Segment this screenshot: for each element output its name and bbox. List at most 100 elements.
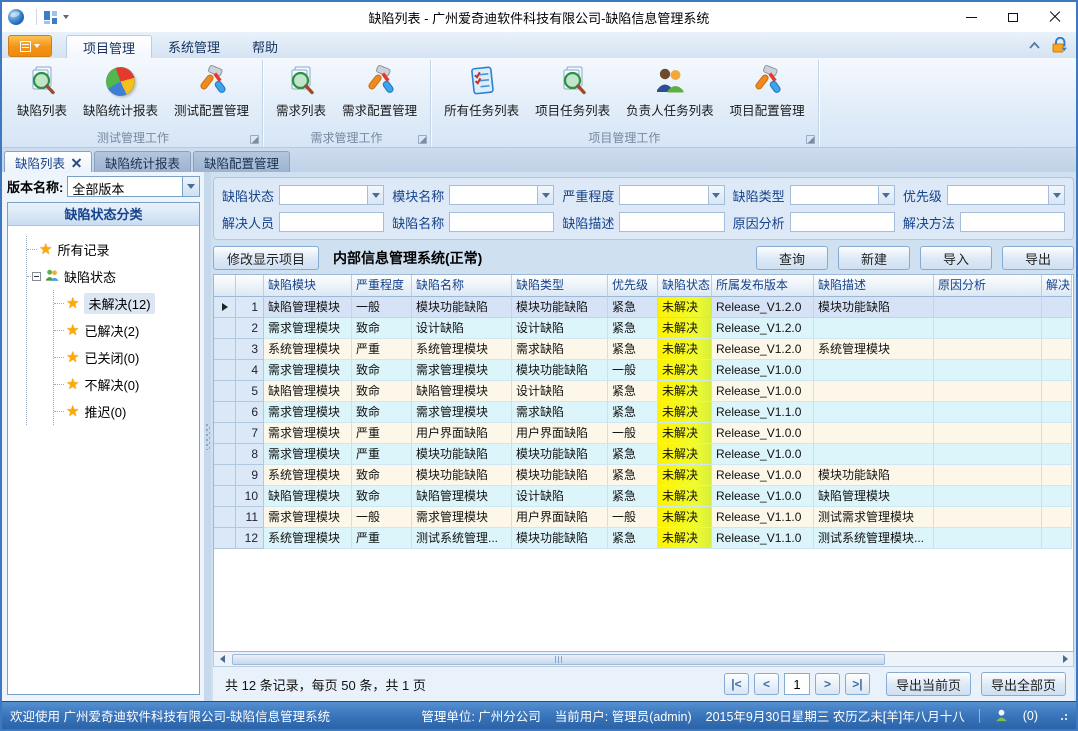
status-cell[interactable]: 未解决 xyxy=(658,402,712,423)
about-icon[interactable] xyxy=(1051,37,1068,53)
table-cell[interactable]: 测试系统管理模块... xyxy=(814,528,934,549)
table-cell[interactable]: 模块功能缺陷 xyxy=(512,465,608,486)
table-cell[interactable]: 缺陷管理模块 xyxy=(412,486,512,507)
requirement-list-button[interactable]: 需求列表 xyxy=(269,61,333,120)
status-cell[interactable]: 未解决 xyxy=(658,486,712,507)
row-selector-cell[interactable] xyxy=(214,486,236,507)
defect-report-button[interactable]: 缺陷统计报表 xyxy=(76,61,165,120)
dropdown-button[interactable] xyxy=(1048,186,1064,204)
dialog-launcher-icon[interactable] xyxy=(806,135,815,144)
export-all-pages-button[interactable]: 导出全部页 xyxy=(981,672,1066,696)
table-cell[interactable]: Release_V1.0.0 xyxy=(712,423,814,444)
table-cell[interactable]: 致命 xyxy=(352,381,412,402)
defect-desc-input[interactable] xyxy=(619,212,724,232)
table-cell[interactable]: 设计缺陷 xyxy=(512,318,608,339)
table-cell[interactable]: 需求管理模块 xyxy=(264,423,352,444)
row-selector-cell[interactable] xyxy=(214,318,236,339)
table-cell[interactable]: 模块功能缺陷 xyxy=(512,297,608,318)
table-cell[interactable]: 测试系统管理... xyxy=(412,528,512,549)
table-cell[interactable] xyxy=(814,318,934,339)
table-cell[interactable]: 缺陷管理模块 xyxy=(264,297,352,318)
last-page-button[interactable]: >| xyxy=(845,673,870,695)
column-header[interactable]: 优先级 xyxy=(608,275,658,297)
table-cell[interactable] xyxy=(1042,507,1072,528)
table-cell[interactable]: 紧急 xyxy=(608,297,658,318)
table-cell[interactable]: 模块功能缺陷 xyxy=(814,297,934,318)
ribbon-tab-system[interactable]: 系统管理 xyxy=(152,35,236,58)
table-cell[interactable]: 设计缺陷 xyxy=(412,318,512,339)
defect-list-button[interactable]: 缺陷列表 xyxy=(10,61,74,120)
row-selector-cell[interactable] xyxy=(214,360,236,381)
tree-item-deferred[interactable]: ★ 推迟(0) xyxy=(54,398,195,425)
export-button[interactable]: 导出 xyxy=(1002,246,1074,270)
table-cell[interactable]: 需求管理模块 xyxy=(264,444,352,465)
table-cell[interactable] xyxy=(1042,444,1072,465)
ribbon-tab-help[interactable]: 帮助 xyxy=(236,35,294,58)
project-config-button[interactable]: 项目配置管理 xyxy=(723,61,812,120)
table-cell[interactable]: 致命 xyxy=(352,360,412,381)
table-row[interactable]: 9系统管理模块致命模块功能缺陷模块功能缺陷紧急未解决Release_V1.0.0… xyxy=(214,465,1073,486)
new-button[interactable]: 新建 xyxy=(838,246,910,270)
row-selector-cell[interactable] xyxy=(214,444,236,465)
table-cell[interactable]: 致命 xyxy=(352,318,412,339)
table-cell[interactable] xyxy=(934,444,1042,465)
table-cell[interactable]: 缺陷管理模块 xyxy=(264,486,352,507)
import-button[interactable]: 导入 xyxy=(920,246,992,270)
dropdown-button[interactable] xyxy=(537,186,553,204)
first-page-button[interactable]: |< xyxy=(724,673,749,695)
column-header[interactable]: 严重程度 xyxy=(352,275,412,297)
table-cell[interactable]: Release_V1.2.0 xyxy=(712,318,814,339)
modify-columns-button[interactable]: 修改显示项目 xyxy=(213,246,319,270)
table-cell[interactable]: 紧急 xyxy=(608,402,658,423)
tree-item-defect-status[interactable]: 缺陷状态 xyxy=(27,263,195,290)
dialog-launcher-icon[interactable] xyxy=(250,135,259,144)
defect-type-select[interactable] xyxy=(790,185,895,205)
table-cell[interactable]: 模块功能缺陷 xyxy=(412,297,512,318)
next-page-button[interactable]: > xyxy=(815,673,840,695)
close-button[interactable] xyxy=(1034,2,1076,32)
table-cell[interactable]: 模块功能缺陷 xyxy=(412,444,512,465)
table-cell[interactable]: 系统管理模块 xyxy=(412,339,512,360)
table-cell[interactable]: 一般 xyxy=(352,297,412,318)
close-tab-icon[interactable] xyxy=(72,158,81,167)
table-cell[interactable]: 紧急 xyxy=(608,528,658,549)
doc-tab-defect-list[interactable]: 缺陷列表 xyxy=(4,151,92,172)
table-cell[interactable]: Release_V1.2.0 xyxy=(712,339,814,360)
tree-item-unresolved[interactable]: ★ 未解决(12) xyxy=(54,290,195,317)
table-cell[interactable] xyxy=(934,486,1042,507)
row-selector-cell[interactable] xyxy=(214,381,236,402)
table-cell[interactable]: 模块功能缺陷 xyxy=(512,360,608,381)
tree-item-closed[interactable]: ★ 已关闭(0) xyxy=(54,344,195,371)
status-cell[interactable]: 未解决 xyxy=(658,360,712,381)
table-cell[interactable]: 紧急 xyxy=(608,318,658,339)
table-cell[interactable]: 需求管理模块 xyxy=(264,402,352,423)
table-cell[interactable]: 模块功能缺陷 xyxy=(512,528,608,549)
table-cell[interactable]: Release_V1.0.0 xyxy=(712,360,814,381)
scroll-right-icon[interactable] xyxy=(1057,652,1073,666)
table-cell[interactable]: 测试需求管理模块 xyxy=(814,507,934,528)
table-cell[interactable]: Release_V1.0.0 xyxy=(712,381,814,402)
row-selector-cell[interactable] xyxy=(214,297,236,318)
table-row[interactable]: 7需求管理模块严重用户界面缺陷用户界面缺陷一般未解决Release_V1.0.0 xyxy=(214,423,1073,444)
table-cell[interactable]: 缺陷管理模块 xyxy=(264,381,352,402)
row-selector-cell[interactable] xyxy=(214,423,236,444)
table-cell[interactable]: 模块功能缺陷 xyxy=(814,465,934,486)
status-cell[interactable]: 未解决 xyxy=(658,507,712,528)
table-cell[interactable]: 系统管理模块 xyxy=(264,339,352,360)
table-cell[interactable]: 缺陷管理模块 xyxy=(412,381,512,402)
status-cell[interactable]: 未解决 xyxy=(658,528,712,549)
cause-analysis-input[interactable] xyxy=(790,212,895,232)
ribbon-collapse-icon[interactable] xyxy=(1028,41,1041,50)
table-cell[interactable]: 紧急 xyxy=(608,465,658,486)
table-row[interactable]: 11需求管理模块一般需求管理模块用户界面缺陷一般未解决Release_V1.1.… xyxy=(214,507,1073,528)
quick-access-grid-icon[interactable] xyxy=(43,10,58,25)
table-cell[interactable] xyxy=(934,465,1042,486)
status-cell[interactable]: 未解决 xyxy=(658,444,712,465)
doc-tab-defect-config[interactable]: 缺陷配置管理 xyxy=(193,151,290,172)
table-cell[interactable]: 紧急 xyxy=(608,381,658,402)
table-cell[interactable]: 用户界面缺陷 xyxy=(412,423,512,444)
table-row[interactable]: 3系统管理模块严重系统管理模块需求缺陷紧急未解决Release_V1.2.0系统… xyxy=(214,339,1073,360)
table-cell[interactable]: 设计缺陷 xyxy=(512,486,608,507)
table-cell[interactable] xyxy=(1042,402,1072,423)
table-row[interactable]: 8需求管理模块严重模块功能缺陷模块功能缺陷紧急未解决Release_V1.0.0 xyxy=(214,444,1073,465)
